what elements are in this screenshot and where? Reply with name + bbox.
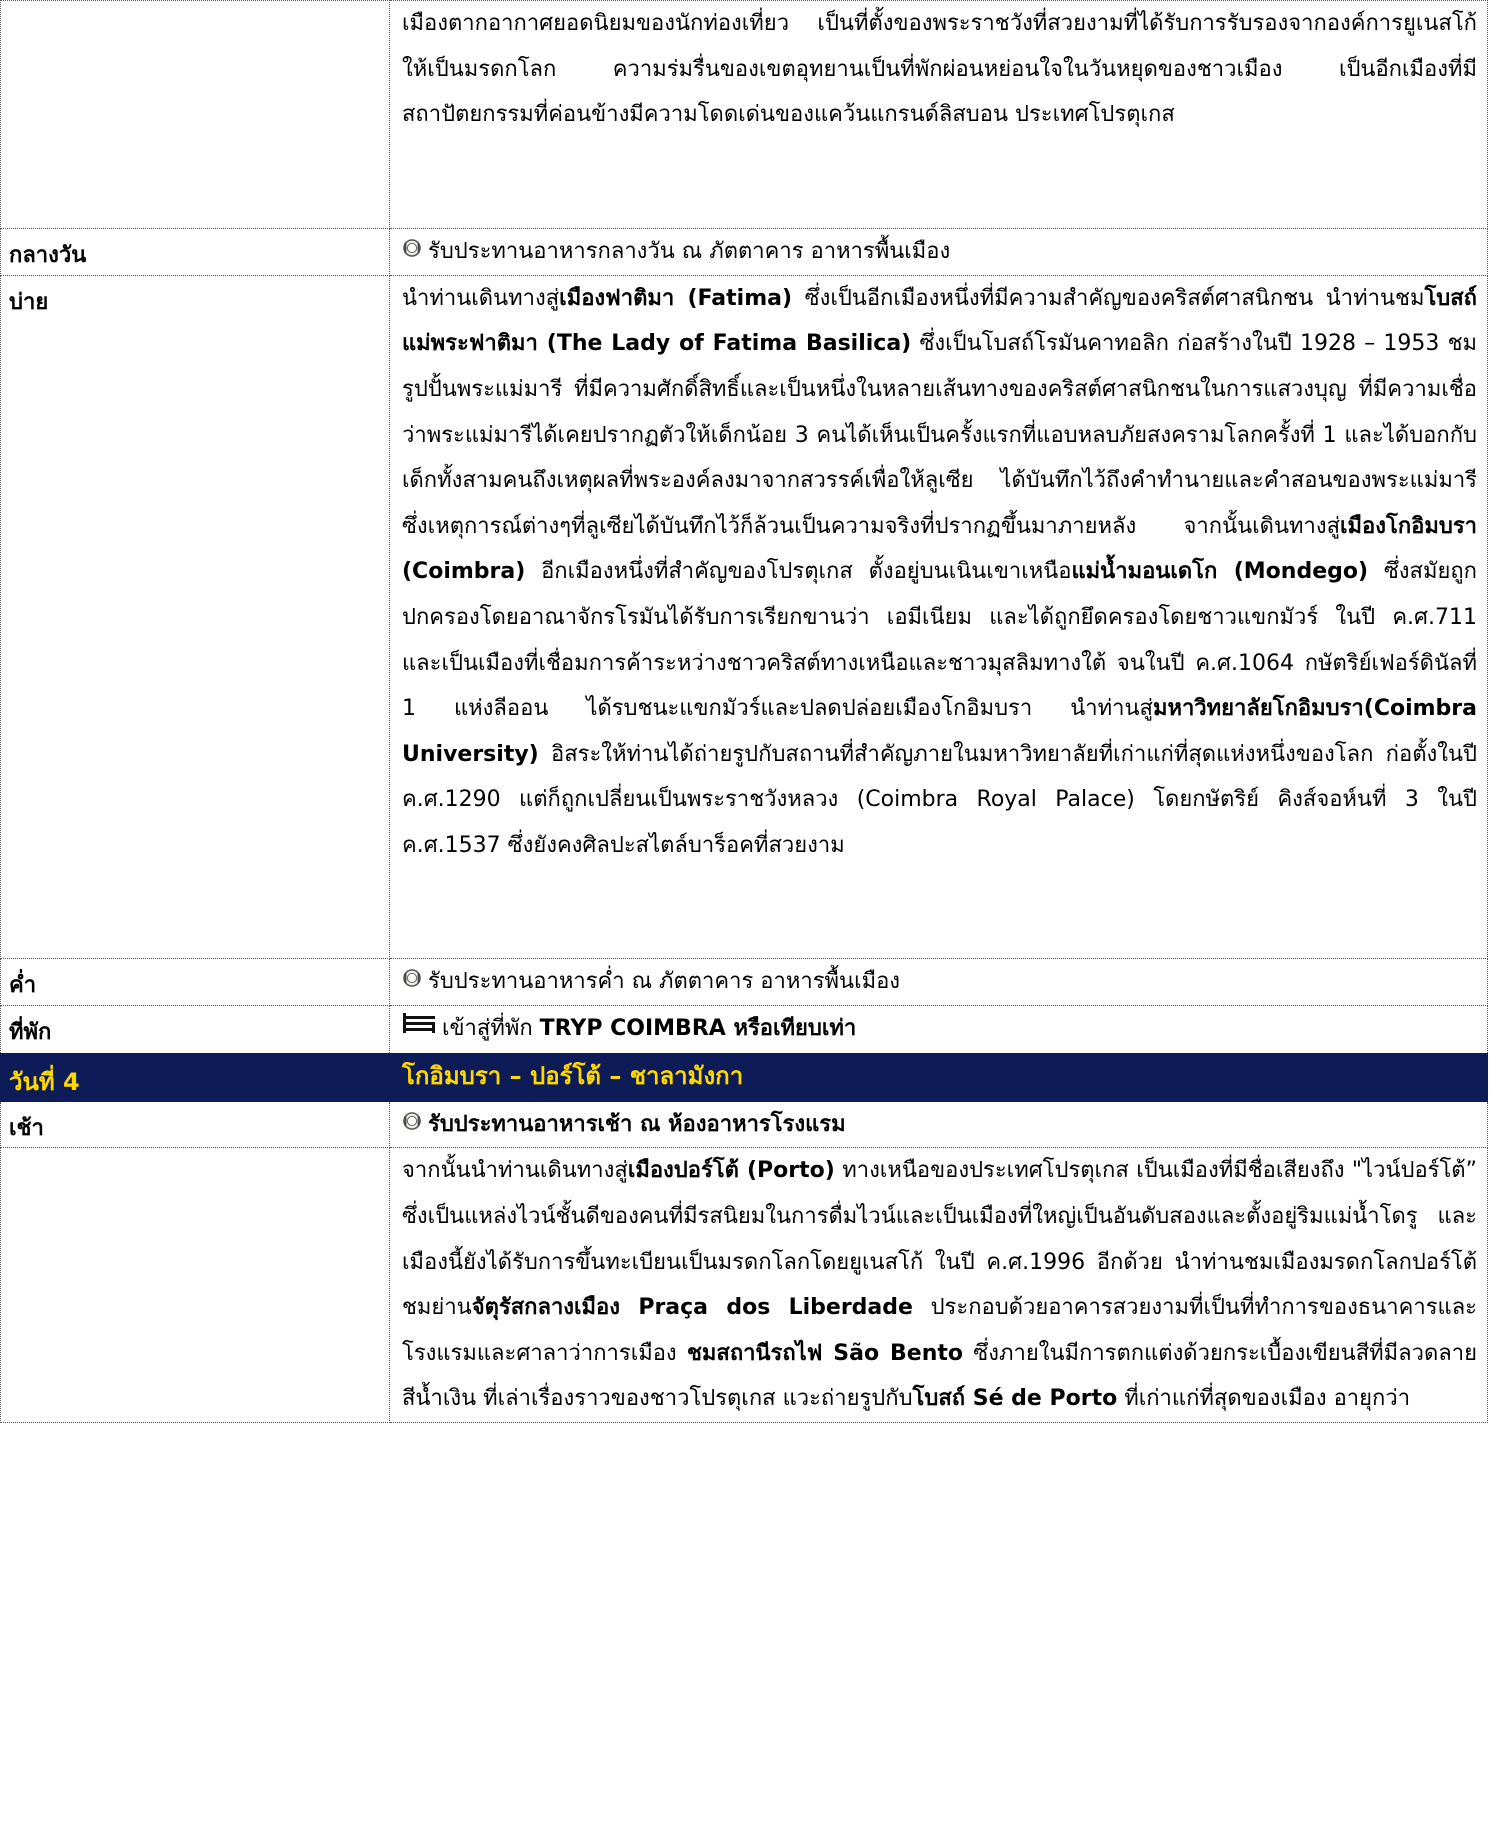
time-label: กลางวัน bbox=[0, 228, 390, 276]
meal-icon bbox=[402, 959, 422, 1005]
body-text: อีกเมืองหนึ่งที่สำคัญของโปรตุเกส ตั้งอยู… bbox=[525, 559, 1072, 585]
body-text: เมืองตากอากาศยอดนิยมของนักท่องเที่ยว เป็… bbox=[402, 11, 1477, 128]
meal-icon bbox=[402, 229, 422, 275]
itinerary-row: เมืองตากอากาศยอดนิยมของนักท่องเที่ยว เป็… bbox=[0, 0, 1488, 229]
activity-description: นำท่านเดินทางสู่เมืองฟาติมา (Fatima) ซึ่… bbox=[389, 274, 1488, 959]
highlight-text: แม่น้ำมอนเดโก (Mondego) bbox=[1071, 559, 1369, 585]
time-label bbox=[0, 0, 390, 229]
activity-description: รับประทานอาหารเช้า ณ ห้องอาหารโรงแรม bbox=[389, 1100, 1488, 1149]
body-text: ซึ่งเป็นอีกเมืองหนึ่งที่มีความสำคัญของคร… bbox=[792, 285, 1425, 311]
itinerary-row: กลางวัน รับประทานอาหารกลางวัน ณ ภัตตาคาร … bbox=[0, 228, 1488, 276]
body-text: ที่เก่าแก่ที่สุดของเมือง อายุกว่า bbox=[1117, 1386, 1411, 1412]
highlight-text: เมืองฟาติมา (Fatima) bbox=[559, 285, 793, 311]
itinerary-row: ที่พัก เข้าสู่ที่พัก TRYP COIMBRA หรือเที… bbox=[0, 1004, 1488, 1054]
body-text: เข้าสู่ที่พัก bbox=[442, 1015, 540, 1041]
bed-icon bbox=[402, 1006, 436, 1052]
highlight-text: เมืองปอร์โต้ (Porto) bbox=[627, 1158, 835, 1184]
highlight-text: โกอิมบรา – ปอร์โต้ – ชาลามังกา bbox=[402, 1061, 744, 1090]
itinerary-table: เมืองตากอากาศยอดนิยมของนักท่องเที่ยว เป็… bbox=[0, 0, 1488, 1423]
highlight-text: จัตุรัสกลางเมือง Praça dos Liberdade bbox=[471, 1295, 913, 1321]
body-text: อิสระให้ท่านได้ถ่ายรูปกับสถานที่สำคัญภาย… bbox=[402, 741, 1477, 858]
activity-description: โกอิมบรา – ปอร์โต้ – ชาลามังกา bbox=[389, 1052, 1488, 1102]
highlight-text: TRYP COIMBRA หรือเทียบเท่า bbox=[539, 1015, 857, 1041]
time-label bbox=[0, 1147, 390, 1423]
body-text: นำท่านเดินทางสู่ bbox=[402, 285, 560, 311]
activity-description: จากนั้นนำท่านเดินทางสู่เมืองปอร์โต้ (Por… bbox=[389, 1147, 1488, 1423]
body-text: รับประทานอาหารกลางวัน ณ ภัตตาคาร อาหารพื… bbox=[428, 239, 951, 264]
time-label: บ่าย bbox=[0, 274, 390, 959]
time-label: เช้า bbox=[0, 1100, 390, 1149]
highlight-text: รับประทานอาหารเช้า ณ ห้องอาหารโรงแรม bbox=[428, 1111, 846, 1137]
day-header-row: วันที่ 4 โกอิมบรา – ปอร์โต้ – ชาลามังกา bbox=[0, 1052, 1488, 1102]
itinerary-row: จากนั้นนำท่านเดินทางสู่เมืองปอร์โต้ (Por… bbox=[0, 1147, 1488, 1423]
body-text: จากนั้นนำท่านเดินทางสู่ bbox=[402, 1158, 628, 1184]
highlight-text: โบสถ์ Sé de Porto bbox=[912, 1386, 1118, 1412]
time-label: ค่ำ bbox=[0, 957, 390, 1006]
time-label: วันที่ 4 bbox=[0, 1052, 390, 1102]
activity-description: รับประทานอาหารค่ำ ณ ภัตตาคาร อาหารพื้นเม… bbox=[389, 957, 1488, 1006]
activity-description: รับประทานอาหารกลางวัน ณ ภัตตาคาร อาหารพื… bbox=[389, 228, 1488, 276]
meal-icon bbox=[402, 1102, 422, 1148]
highlight-text: ชมสถานีรถไฟ São Bento bbox=[686, 1340, 964, 1366]
activity-description: เมืองตากอากาศยอดนิยมของนักท่องเที่ยว เป็… bbox=[389, 0, 1488, 229]
itinerary-row: ค่ำ รับประทานอาหารค่ำ ณ ภัตตาคาร อาหารพื้… bbox=[0, 957, 1488, 1006]
body-text: รับประทานอาหารค่ำ ณ ภัตตาคาร อาหารพื้นเม… bbox=[428, 968, 901, 994]
itinerary-row: บ่าย นำท่านเดินทางสู่เมืองฟาติมา (Fatima)… bbox=[0, 274, 1488, 959]
time-label: ที่พัก bbox=[0, 1004, 390, 1054]
itinerary-row: เช้า รับประทานอาหารเช้า ณ ห้องอาหารโรงแรม bbox=[0, 1100, 1488, 1149]
body-text: ซึ่งเป็นโบสถ์โรมันคาทอลิก ก่อสร้างในปี 1… bbox=[402, 331, 1477, 539]
activity-description: เข้าสู่ที่พัก TRYP COIMBRA หรือเทียบเท่า bbox=[389, 1004, 1488, 1054]
